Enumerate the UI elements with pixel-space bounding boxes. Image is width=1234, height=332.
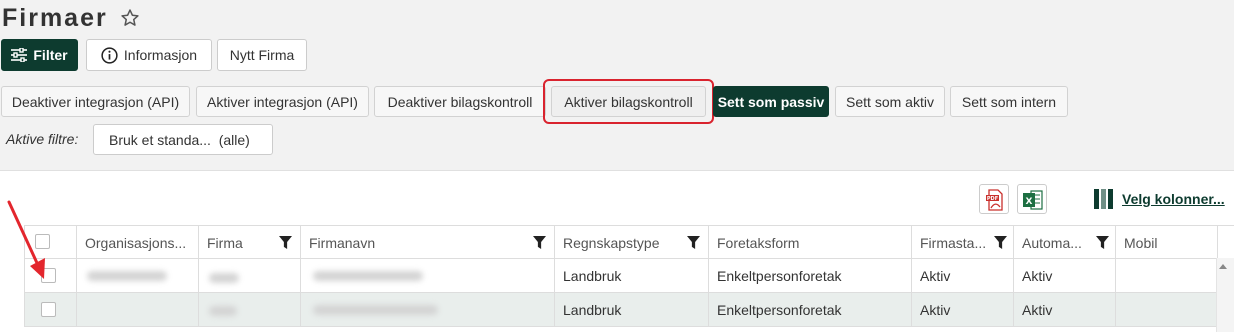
set-internal-label: Sett som intern — [961, 93, 1057, 110]
mobil-cell — [1116, 293, 1218, 327]
sliders-icon — [11, 48, 28, 62]
firmastatus-value: Aktiv — [920, 302, 951, 318]
filter-chip-label: Bruk et standa... (alle) — [109, 131, 250, 148]
red-arrow-annotation — [7, 200, 45, 279]
info-button-label: Informasjon — [123, 47, 198, 63]
redacted-text — [313, 305, 438, 315]
header-firmanavn[interactable]: Firmanavn — [301, 226, 555, 259]
header-foretaksform-label: Foretaksform — [717, 234, 800, 251]
activate-integration-button[interactable]: Aktiver integrasjon (API) — [196, 86, 369, 117]
filter-funnel-icon[interactable] — [994, 236, 1007, 249]
foretaksform-cell: Enkeltpersonforetak — [709, 293, 912, 327]
firma-cell — [199, 293, 301, 327]
header-firmanavn-label: Firmanavn — [309, 234, 376, 251]
header-firmastatus[interactable]: Firmasta... — [912, 226, 1014, 259]
firmastatus-cell: Aktiv — [912, 259, 1014, 293]
pdf-export-icon[interactable]: PDF — [979, 184, 1009, 214]
header-regnskapstype[interactable]: Regnskapstype — [555, 226, 709, 259]
header-firma-label: Firma — [207, 234, 243, 251]
automatisk-cell: Aktiv — [1014, 293, 1116, 327]
redacted-text — [313, 271, 423, 281]
header-firma[interactable]: Firma — [199, 226, 301, 259]
firmanavn-cell — [301, 293, 555, 327]
filter-funnel-icon[interactable] — [533, 236, 546, 249]
star-icon[interactable] — [120, 8, 140, 28]
regnskapstype-value: Landbruk — [563, 268, 622, 284]
filter-button[interactable]: Filter — [1, 39, 78, 71]
highlight-annotation — [543, 79, 714, 124]
foretaksform-cell: Enkeltpersonforetak — [709, 259, 912, 293]
grid-header: Organisasjons... Firma Firmanavn Regnska… — [24, 225, 1234, 259]
svg-text:PDF: PDF — [987, 196, 998, 202]
columns-icon[interactable] — [1094, 189, 1114, 209]
foretaksform-value: Enkeltpersonforetak — [717, 268, 842, 284]
info-icon — [101, 46, 118, 64]
header-regnskapstype-label: Regnskapstype — [563, 234, 660, 251]
filter-funnel-icon[interactable] — [1096, 236, 1109, 249]
firmanavn-cell — [301, 259, 555, 293]
deactivate-voucher-control-button[interactable]: Deaktiver bilagskontroll — [374, 86, 546, 117]
new-company-label: Nytt Firma — [229, 47, 295, 63]
automatisk-value: Aktiv — [1022, 302, 1053, 318]
title-row: Firmaer — [2, 0, 140, 36]
active-filters-label: Aktive filtre: — [6, 131, 79, 147]
svg-text:X: X — [1026, 197, 1033, 207]
excel-export-icon[interactable]: X — [1017, 184, 1047, 214]
row-select-cell — [24, 293, 77, 327]
header-foretaksform[interactable]: Foretaksform — [709, 226, 912, 259]
excel-icon: X — [1023, 190, 1043, 210]
scroll-up-arrow-icon[interactable] — [1218, 262, 1228, 272]
page-title: Firmaer — [2, 3, 108, 32]
table-row[interactable]: Landbruk Enkeltpersonforetak Aktiv Aktiv — [24, 259, 1218, 293]
header-firmastatus-label: Firmasta... — [920, 234, 987, 251]
orgnr-cell — [77, 259, 199, 293]
header-orgnr[interactable]: Organisasjons... — [77, 226, 199, 259]
filter-funnel-icon[interactable] — [687, 236, 700, 249]
choose-columns-link[interactable]: Velg kolonner... — [1122, 191, 1225, 207]
filter-button-label: Filter — [33, 47, 68, 63]
set-internal-button[interactable]: Sett som intern — [950, 86, 1068, 117]
regnskapstype-cell: Landbruk — [555, 293, 709, 327]
deactivate-integration-label: Deaktiver integrasjon (API) — [11, 93, 180, 110]
automatisk-cell: Aktiv — [1014, 259, 1116, 293]
redacted-text — [87, 271, 167, 281]
set-active-button[interactable]: Sett som aktiv — [835, 86, 945, 117]
table-row[interactable]: Landbruk Enkeltpersonforetak Aktiv Aktiv — [24, 293, 1218, 327]
deactivate-integration-button[interactable]: Deaktiver integrasjon (API) — [1, 86, 190, 117]
pdf-icon: PDF — [986, 189, 1003, 211]
filter-funnel-icon[interactable] — [279, 236, 292, 249]
set-passive-button[interactable]: Sett som passiv — [713, 86, 829, 117]
regnskapstype-value: Landbruk — [563, 302, 622, 318]
set-passive-label: Sett som passiv — [717, 93, 825, 110]
firmastatus-cell: Aktiv — [912, 293, 1014, 327]
header-mobil[interactable]: Mobil — [1116, 226, 1218, 259]
activate-integration-label: Aktiver integrasjon (API) — [207, 93, 358, 110]
mobil-cell — [1116, 259, 1218, 293]
foretaksform-value: Enkeltpersonforetak — [717, 302, 842, 318]
header-automatisk-label: Automa... — [1022, 234, 1082, 251]
info-button[interactable]: Informasjon — [86, 39, 212, 71]
regnskapstype-cell: Landbruk — [555, 259, 709, 293]
redacted-text — [209, 306, 237, 316]
automatisk-value: Aktiv — [1022, 268, 1053, 284]
orgnr-cell — [77, 293, 199, 327]
header-automatisk[interactable]: Automa... — [1014, 226, 1116, 259]
header-mobil-label: Mobil — [1124, 234, 1158, 251]
redacted-text — [209, 273, 239, 283]
deactivate-voucher-control-label: Deaktiver bilagskontroll — [387, 93, 533, 110]
filter-chip[interactable]: Bruk et standa... (alle) — [93, 124, 273, 155]
set-active-label: Sett som aktiv — [846, 93, 934, 110]
header-orgnr-label: Organisasjons... — [85, 234, 187, 251]
firma-cell — [199, 259, 301, 293]
row-checkbox[interactable] — [41, 302, 56, 317]
new-company-button[interactable]: Nytt Firma — [217, 39, 307, 71]
firmastatus-value: Aktiv — [920, 268, 951, 284]
